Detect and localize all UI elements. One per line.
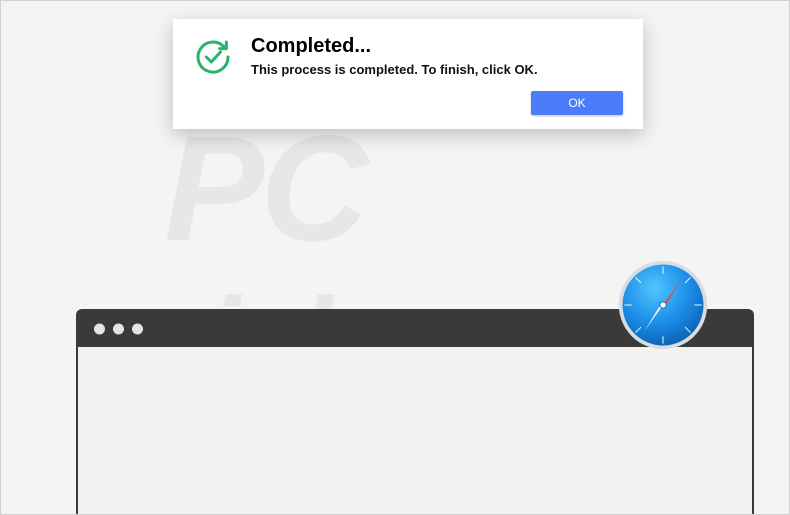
check-refresh-icon bbox=[193, 37, 233, 77]
window-minimize-icon[interactable] bbox=[113, 324, 124, 335]
ok-button[interactable]: OK bbox=[531, 91, 623, 115]
completed-dialog: Completed... This process is completed. … bbox=[173, 19, 643, 129]
screenshot-stage: PC risk.com bbox=[0, 0, 790, 515]
dialog-actions: OK bbox=[193, 91, 623, 115]
window-controls bbox=[94, 324, 143, 335]
safari-compass-icon bbox=[617, 259, 709, 351]
window-zoom-icon[interactable] bbox=[132, 324, 143, 335]
dialog-title: Completed... bbox=[251, 35, 623, 58]
browser-content bbox=[78, 347, 752, 514]
dialog-message: This process is completed. To finish, cl… bbox=[251, 62, 623, 77]
dialog-text-block: Completed... This process is completed. … bbox=[251, 35, 623, 77]
watermark-line1: PC bbox=[164, 121, 626, 256]
window-close-icon[interactable] bbox=[94, 324, 105, 335]
